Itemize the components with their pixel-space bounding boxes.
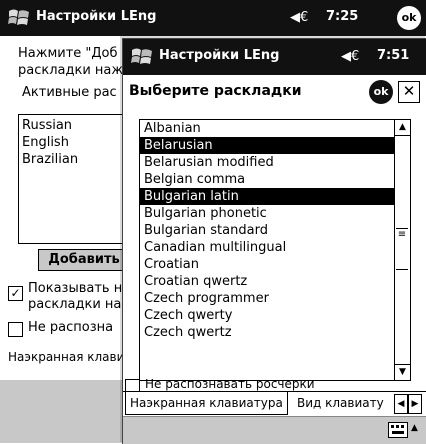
front-ok-button[interactable]: ok [369, 80, 393, 104]
tab-strip: Наэкранная клавиатура Вид клавиату ◀ ▶ [123, 391, 426, 416]
dialog-title: Выберите раскладки [129, 83, 302, 99]
layout-list-item[interactable]: Canadian multilingual [140, 239, 410, 256]
layouts-listbox[interactable]: Albanian Belarusian Belarusian modified Bel… [139, 119, 411, 381]
no-strokes-checkbox[interactable] [8, 322, 23, 337]
active-layout-item[interactable]: Russian [22, 118, 72, 133]
back-title-bar: Настройки LEng ◀€ 7:25 ok [0, 0, 426, 36]
no-strokes-label: Не распознавать росчерки [145, 377, 315, 391]
layout-list-item[interactable]: Belarusian [140, 137, 410, 154]
active-layout-item[interactable]: Brazilian [22, 152, 78, 167]
show-checkbox[interactable]: ✓ [8, 286, 23, 301]
close-button[interactable]: ✕ [398, 81, 420, 103]
layout-list-item[interactable]: Croatian qwertz [140, 273, 410, 290]
show-checkbox-label-1: Показывать н [28, 281, 123, 296]
active-layout-item[interactable]: English [22, 135, 69, 150]
active-layouts-list[interactable]: Russian English Brazilian [18, 114, 130, 244]
tab-keyboard-view[interactable]: Вид клавиату [293, 392, 388, 414]
keyboard-icon[interactable] [388, 422, 408, 438]
scroll-up-button[interactable]: ▲ [395, 120, 410, 136]
prompt-line-2: раскладки наж [18, 63, 124, 78]
back-title: Настройки LEng [36, 9, 157, 24]
scroll-down-button[interactable]: ▼ [395, 364, 410, 380]
input-bar: ▲ [123, 416, 426, 444]
no-strokes-label: Не распозна [28, 320, 114, 335]
prompt-line-1: Нажмите "Доб [18, 46, 118, 61]
dialog-header: Выберите раскладки ok ✕ [123, 75, 426, 109]
front-clock[interactable]: 7:51 [377, 48, 409, 63]
layout-list-item[interactable]: Czech qwerty [140, 307, 410, 324]
layout-list-item[interactable]: Bulgarian phonetic [140, 205, 410, 222]
layout-list-item[interactable]: Croatian [140, 256, 410, 273]
layout-list-item[interactable]: Albanian [140, 120, 410, 137]
layout-list-item[interactable]: Belarusian modified [140, 154, 410, 171]
front-layout-window: Настройки LEng ◀€ 7:51 Выберите раскладк… [122, 38, 426, 444]
layout-list-item[interactable]: Czech qwertz [140, 324, 410, 341]
windows-start-icon[interactable] [129, 44, 155, 70]
layout-list-item[interactable]: Czech programmer [140, 290, 410, 307]
layout-list-item[interactable]: Bulgarian standard [140, 222, 410, 239]
tab-next-button[interactable]: ▶ [408, 394, 422, 414]
front-title-bar: Настройки LEng ◀€ 7:51 [123, 39, 426, 75]
speaker-icon[interactable]: ◀€ [341, 49, 359, 64]
active-layouts-label: Активные рас [22, 85, 117, 100]
tab-prev-button[interactable]: ◀ [394, 394, 408, 414]
layout-list-item[interactable]: Belgian comma [140, 171, 410, 188]
tab-onscreen-keyboard[interactable]: Наэкранная клавиатура [125, 392, 288, 415]
back-tab-label[interactable]: Наэкранная клави [8, 350, 124, 364]
back-ok-button[interactable]: ok [397, 6, 421, 30]
show-checkbox-label-2: раскладки на [28, 297, 122, 312]
scroll-thumb[interactable]: ≡ [396, 228, 408, 270]
scrollbar[interactable]: ▲ ≡ ▼ [394, 120, 410, 380]
front-title: Настройки LEng [159, 48, 280, 63]
windows-start-icon[interactable] [6, 5, 32, 31]
back-clock[interactable]: 7:25 [326, 9, 358, 24]
speaker-icon[interactable]: ◀€ [290, 10, 308, 25]
layout-list-item[interactable]: Bulgarian latin [140, 188, 410, 205]
input-menu-arrow-icon[interactable]: ▲ [411, 423, 418, 433]
add-button[interactable]: Добавить [38, 249, 130, 271]
